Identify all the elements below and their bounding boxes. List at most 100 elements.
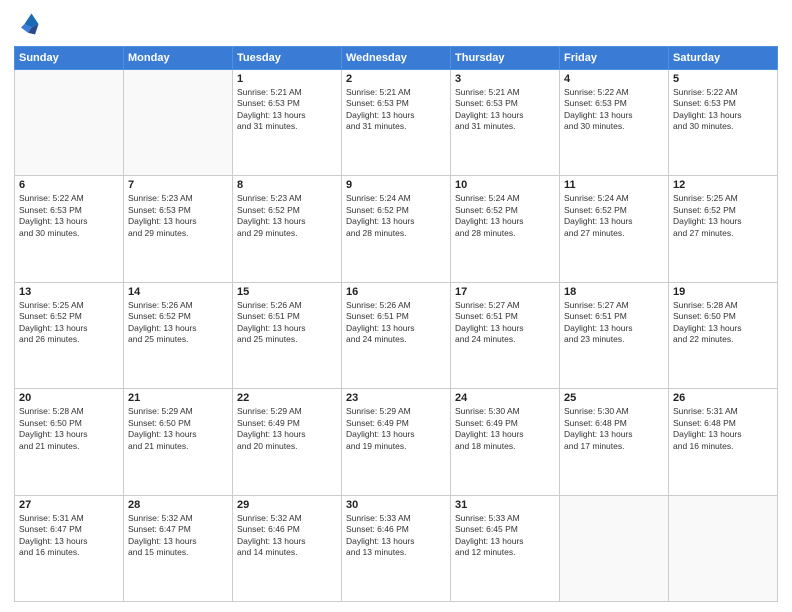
day-number: 1 xyxy=(237,73,337,85)
calendar-cell: 7 Sunrise: 5:23 AM Sunset: 6:53 PM Daylig… xyxy=(124,176,233,282)
calendar-cell xyxy=(124,70,233,176)
day-info: Sunrise: 5:23 AM Sunset: 6:53 PM Dayligh… xyxy=(128,193,228,239)
day-number: 20 xyxy=(19,392,119,404)
calendar-cell: 10 Sunrise: 5:24 AM Sunset: 6:52 PM Dayli… xyxy=(451,176,560,282)
calendar-cell: 12 Sunrise: 5:25 AM Sunset: 6:52 PM Dayli… xyxy=(669,176,778,282)
day-info: Sunrise: 5:24 AM Sunset: 6:52 PM Dayligh… xyxy=(455,193,555,239)
calendar-cell: 25 Sunrise: 5:30 AM Sunset: 6:48 PM Dayli… xyxy=(560,389,669,495)
day-info: Sunrise: 5:29 AM Sunset: 6:50 PM Dayligh… xyxy=(128,406,228,452)
day-number: 27 xyxy=(19,499,119,511)
day-info: Sunrise: 5:29 AM Sunset: 6:49 PM Dayligh… xyxy=(346,406,446,452)
calendar-cell: 26Sunrise: 5:31 AM Sunset: 6:48 PM Dayli… xyxy=(669,389,778,495)
day-number: 7 xyxy=(128,179,228,191)
calendar-week-row: 27 Sunrise: 5:31 AM Sunset: 6:47 PM Dayli… xyxy=(15,495,778,601)
day-info: Sunrise: 5:24 AM Sunset: 6:52 PM Dayligh… xyxy=(346,193,446,239)
day-info: Sunrise: 5:22 AM Sunset: 6:53 PM Dayligh… xyxy=(673,87,773,133)
day-info: Sunrise: 5:22 AM Sunset: 6:53 PM Dayligh… xyxy=(564,87,664,133)
calendar-header: SundayMondayTuesdayWednesdayThursdayFrid… xyxy=(15,47,778,70)
day-info: Sunrise: 5:27 AM Sunset: 6:51 PM Dayligh… xyxy=(564,300,664,346)
day-info: Sunrise: 5:31 AM Sunset: 6:47 PM Dayligh… xyxy=(19,513,119,559)
day-info: Sunrise: 5:26 AM Sunset: 6:52 PM Dayligh… xyxy=(128,300,228,346)
day-info: Sunrise: 5:33 AM Sunset: 6:46 PM Dayligh… xyxy=(346,513,446,559)
day-number: 26 xyxy=(673,392,773,404)
day-info: Sunrise: 5:23 AM Sunset: 6:52 PM Dayligh… xyxy=(237,193,337,239)
day-info: Sunrise: 5:26 AM Sunset: 6:51 PM Dayligh… xyxy=(237,300,337,346)
day-info: Sunrise: 5:26 AM Sunset: 6:51 PM Dayligh… xyxy=(346,300,446,346)
calendar-cell: 31 Sunrise: 5:33 AM Sunset: 6:45 PM Dayli… xyxy=(451,495,560,601)
calendar-table: SundayMondayTuesdayWednesdayThursdayFrid… xyxy=(14,46,778,602)
day-number: 6 xyxy=(19,179,119,191)
calendar-cell: 28 Sunrise: 5:32 AM Sunset: 6:47 PM Dayli… xyxy=(124,495,233,601)
day-info: Sunrise: 5:25 AM Sunset: 6:52 PM Dayligh… xyxy=(673,193,773,239)
day-number: 21 xyxy=(128,392,228,404)
weekday-header: Saturday xyxy=(669,47,778,70)
day-number: 13 xyxy=(19,286,119,298)
day-info: Sunrise: 5:32 AM Sunset: 6:46 PM Dayligh… xyxy=(237,513,337,559)
day-number: 15 xyxy=(237,286,337,298)
day-number: 31 xyxy=(455,499,555,511)
logo xyxy=(14,10,46,38)
calendar-cell: 21 Sunrise: 5:29 AM Sunset: 6:50 PM Dayli… xyxy=(124,389,233,495)
day-number: 4 xyxy=(564,73,664,85)
day-number: 5 xyxy=(673,73,773,85)
weekday-header: Monday xyxy=(124,47,233,70)
day-number: 30 xyxy=(346,499,446,511)
calendar-week-row: 13 Sunrise: 5:25 AM Sunset: 6:52 PM Dayli… xyxy=(15,282,778,388)
day-number: 19 xyxy=(673,286,773,298)
calendar-cell: 8 Sunrise: 5:23 AM Sunset: 6:52 PM Daylig… xyxy=(233,176,342,282)
calendar-cell: 29 Sunrise: 5:32 AM Sunset: 6:46 PM Dayli… xyxy=(233,495,342,601)
logo-icon xyxy=(14,10,42,38)
calendar-week-row: 20Sunrise: 5:28 AM Sunset: 6:50 PM Dayli… xyxy=(15,389,778,495)
day-number: 24 xyxy=(455,392,555,404)
day-info: Sunrise: 5:21 AM Sunset: 6:53 PM Dayligh… xyxy=(346,87,446,133)
weekday-header: Friday xyxy=(560,47,669,70)
calendar-cell: 20Sunrise: 5:28 AM Sunset: 6:50 PM Dayli… xyxy=(15,389,124,495)
calendar-cell: 13 Sunrise: 5:25 AM Sunset: 6:52 PM Dayli… xyxy=(15,282,124,388)
day-number: 8 xyxy=(237,179,337,191)
calendar-cell: 14Sunrise: 5:26 AM Sunset: 6:52 PM Dayli… xyxy=(124,282,233,388)
calendar-cell: 2Sunrise: 5:21 AM Sunset: 6:53 PM Daylig… xyxy=(342,70,451,176)
day-number: 25 xyxy=(564,392,664,404)
day-info: Sunrise: 5:21 AM Sunset: 6:53 PM Dayligh… xyxy=(455,87,555,133)
calendar-cell xyxy=(669,495,778,601)
day-number: 17 xyxy=(455,286,555,298)
day-info: Sunrise: 5:28 AM Sunset: 6:50 PM Dayligh… xyxy=(673,300,773,346)
day-number: 10 xyxy=(455,179,555,191)
day-number: 29 xyxy=(237,499,337,511)
day-info: Sunrise: 5:22 AM Sunset: 6:53 PM Dayligh… xyxy=(19,193,119,239)
day-info: Sunrise: 5:21 AM Sunset: 6:53 PM Dayligh… xyxy=(237,87,337,133)
day-info: Sunrise: 5:29 AM Sunset: 6:49 PM Dayligh… xyxy=(237,406,337,452)
calendar-cell: 1 Sunrise: 5:21 AM Sunset: 6:53 PM Daylig… xyxy=(233,70,342,176)
weekday-row: SundayMondayTuesdayWednesdayThursdayFrid… xyxy=(15,47,778,70)
day-number: 18 xyxy=(564,286,664,298)
calendar-cell: 24Sunrise: 5:30 AM Sunset: 6:49 PM Dayli… xyxy=(451,389,560,495)
day-number: 9 xyxy=(346,179,446,191)
calendar-cell: 16 Sunrise: 5:26 AM Sunset: 6:51 PM Dayli… xyxy=(342,282,451,388)
calendar-week-row: 1 Sunrise: 5:21 AM Sunset: 6:53 PM Daylig… xyxy=(15,70,778,176)
calendar-cell: 23Sunrise: 5:29 AM Sunset: 6:49 PM Dayli… xyxy=(342,389,451,495)
day-info: Sunrise: 5:30 AM Sunset: 6:48 PM Dayligh… xyxy=(564,406,664,452)
calendar-cell: 22Sunrise: 5:29 AM Sunset: 6:49 PM Dayli… xyxy=(233,389,342,495)
day-info: Sunrise: 5:33 AM Sunset: 6:45 PM Dayligh… xyxy=(455,513,555,559)
calendar-cell: 5 Sunrise: 5:22 AM Sunset: 6:53 PM Daylig… xyxy=(669,70,778,176)
calendar-cell: 6 Sunrise: 5:22 AM Sunset: 6:53 PM Daylig… xyxy=(15,176,124,282)
calendar-cell: 18 Sunrise: 5:27 AM Sunset: 6:51 PM Dayli… xyxy=(560,282,669,388)
calendar-week-row: 6 Sunrise: 5:22 AM Sunset: 6:53 PM Daylig… xyxy=(15,176,778,282)
day-number: 3 xyxy=(455,73,555,85)
weekday-header: Wednesday xyxy=(342,47,451,70)
day-number: 16 xyxy=(346,286,446,298)
day-number: 12 xyxy=(673,179,773,191)
calendar-body: 1 Sunrise: 5:21 AM Sunset: 6:53 PM Daylig… xyxy=(15,70,778,602)
day-info: Sunrise: 5:27 AM Sunset: 6:51 PM Dayligh… xyxy=(455,300,555,346)
calendar-cell: 19 Sunrise: 5:28 AM Sunset: 6:50 PM Dayli… xyxy=(669,282,778,388)
day-info: Sunrise: 5:25 AM Sunset: 6:52 PM Dayligh… xyxy=(19,300,119,346)
calendar-cell: 15 Sunrise: 5:26 AM Sunset: 6:51 PM Dayli… xyxy=(233,282,342,388)
day-number: 28 xyxy=(128,499,228,511)
calendar-cell: 30 Sunrise: 5:33 AM Sunset: 6:46 PM Dayli… xyxy=(342,495,451,601)
day-info: Sunrise: 5:32 AM Sunset: 6:47 PM Dayligh… xyxy=(128,513,228,559)
header xyxy=(14,10,778,38)
calendar-cell: 3 Sunrise: 5:21 AM Sunset: 6:53 PM Daylig… xyxy=(451,70,560,176)
weekday-header: Tuesday xyxy=(233,47,342,70)
calendar-cell: 11Sunrise: 5:24 AM Sunset: 6:52 PM Dayli… xyxy=(560,176,669,282)
calendar-cell: 17 Sunrise: 5:27 AM Sunset: 6:51 PM Dayli… xyxy=(451,282,560,388)
